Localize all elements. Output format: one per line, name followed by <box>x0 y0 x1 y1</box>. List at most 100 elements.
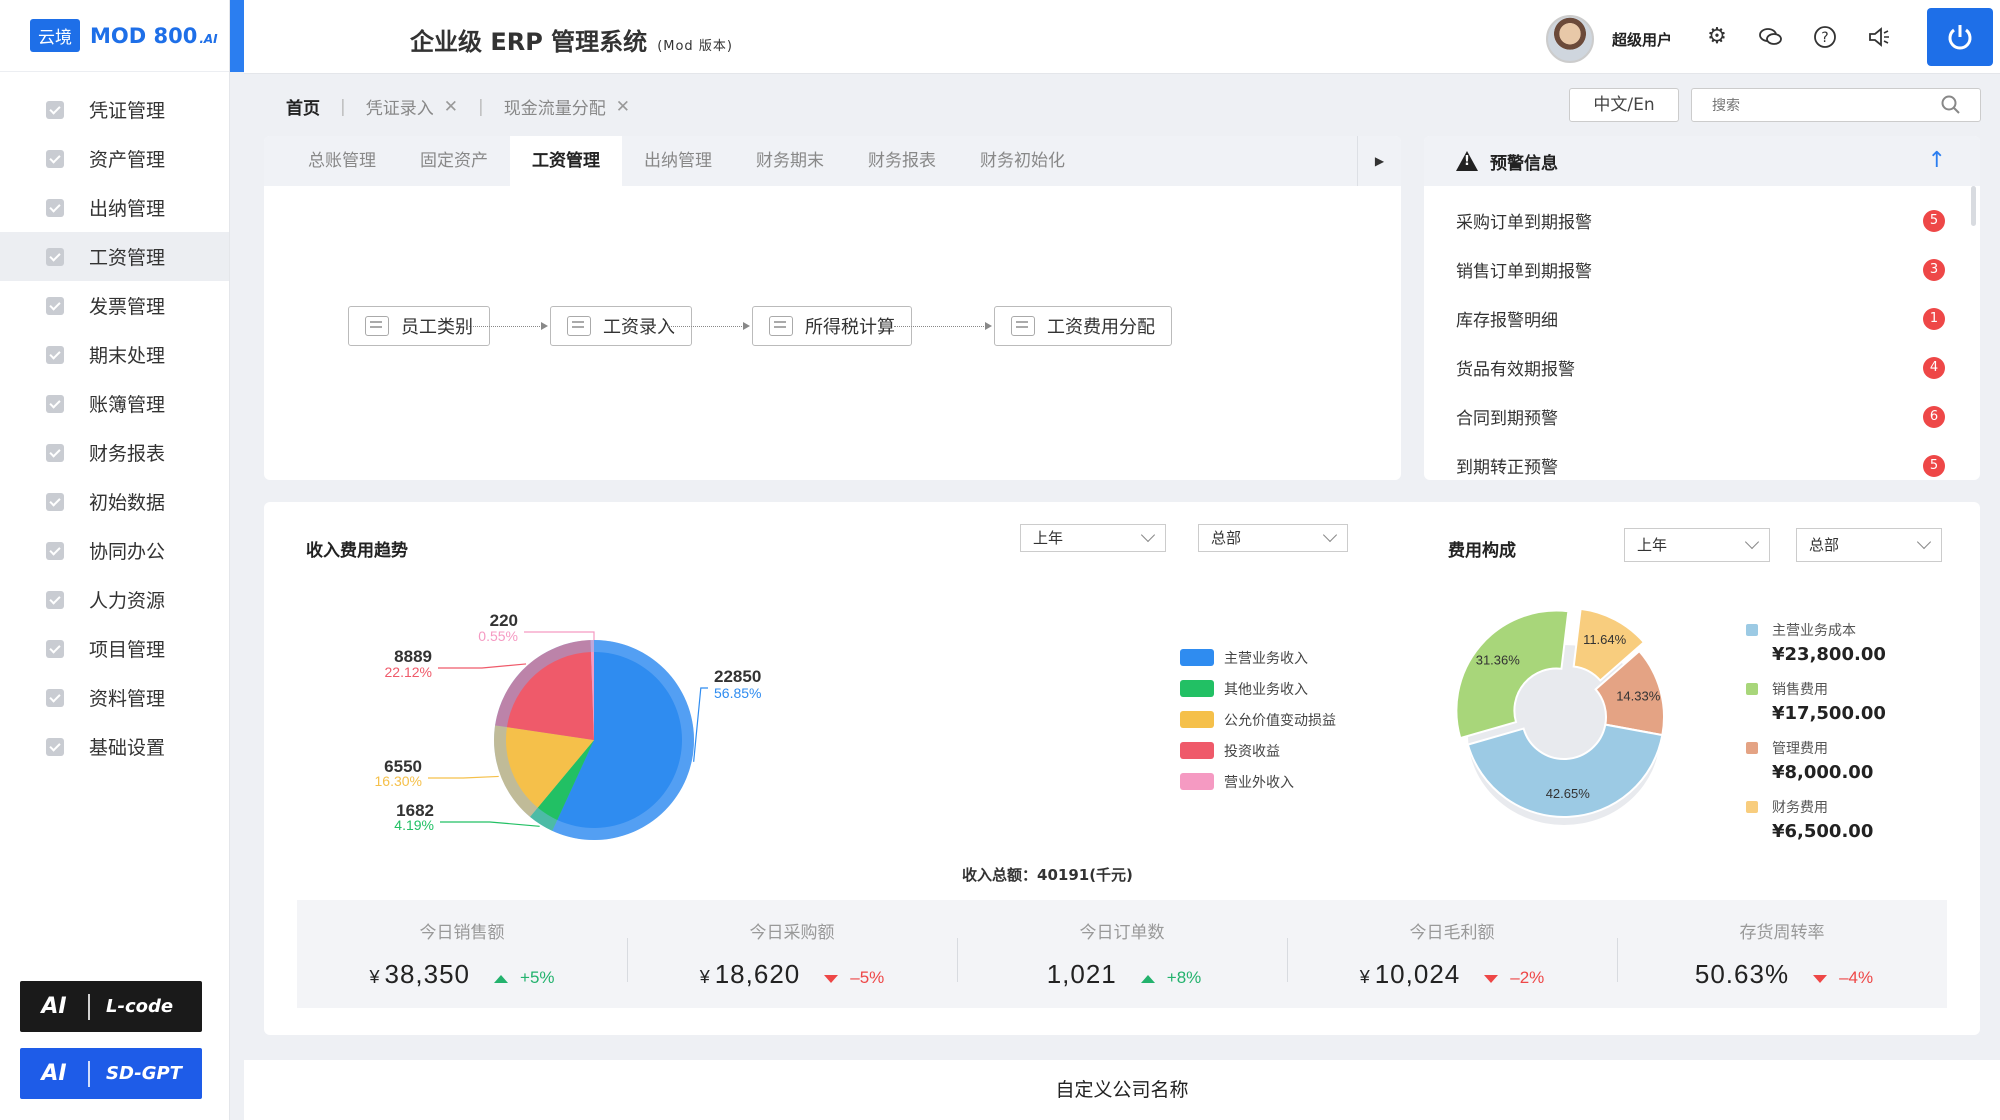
legend-item[interactable]: 管理费用 ¥8,000.00 <box>1746 738 1886 797</box>
kpi-label: 今日毛利额 <box>1409 923 1495 943</box>
pie-percent-label: 16.30% <box>375 773 422 789</box>
warning-item[interactable]: 货品有效期报警 4 <box>1424 343 1980 392</box>
sidebar-item[interactable]: 协同办公 <box>0 526 229 575</box>
flow-step-salary-allocation[interactable]: 工资费用分配 <box>994 306 1172 346</box>
power-button[interactable] <box>1927 8 1993 66</box>
breadcrumb: 首页 | 凭证录入 ✕ | 现金流量分配 ✕ <box>286 94 630 120</box>
speaker-icon[interactable] <box>1866 24 1892 50</box>
warning-item[interactable]: 库存报警明细 1 <box>1424 294 1980 343</box>
close-icon[interactable]: ✕ <box>616 97 630 117</box>
cost-scope-select[interactable]: 总部 <box>1796 528 1942 562</box>
chevron-down-icon <box>1140 527 1156 543</box>
legend-item[interactable]: 财务费用 ¥6,500.00 <box>1746 797 1886 856</box>
sidebar-item[interactable]: 项目管理 <box>0 624 229 673</box>
pie-percent-label: 56.85% <box>714 685 761 701</box>
sidebar-item[interactable]: 资料管理 <box>0 673 229 722</box>
legend-swatch <box>1180 680 1214 697</box>
warning-label: 到期转正预警 <box>1456 458 1558 478</box>
breadcrumb-tab[interactable]: 凭证录入 <box>366 94 434 119</box>
search-icon[interactable] <box>1940 94 1962 121</box>
legend-item[interactable]: 主营业务成本 ¥23,800.00 <box>1746 620 1886 679</box>
sidebar-item[interactable]: 账簿管理 <box>0 379 229 428</box>
logo[interactable]: 云境 MOD 800 .AI <box>0 0 229 72</box>
income-total: 收入总额：40191(千元) <box>962 866 1133 884</box>
kpi-change: –2% <box>1484 968 1544 988</box>
checkbox-icon <box>46 247 64 266</box>
module-tab[interactable]: 财务报表 <box>846 136 958 186</box>
checkbox-icon <box>46 394 64 413</box>
sidebar-item[interactable]: 人力资源 <box>0 575 229 624</box>
count-badge: 5 <box>1923 454 1945 477</box>
sidebar-item[interactable]: 工资管理 <box>0 232 229 281</box>
flow-step-label: 所得税计算 <box>805 317 895 338</box>
module-tab[interactable]: 工资管理 <box>510 136 622 186</box>
ai-sdgpt-button[interactable]: AI SD-GPT <box>20 1048 202 1099</box>
logo-badge: 云境 <box>30 19 80 52</box>
sidebar-item[interactable]: 基础设置 <box>0 722 229 771</box>
income-scope-select[interactable]: 总部 <box>1198 524 1348 552</box>
username[interactable]: 超级用户 <box>1612 29 1672 50</box>
legend-item[interactable]: 营业外收入 <box>1180 766 1336 797</box>
scrollbar[interactable] <box>1971 186 1976 226</box>
kpi-card: 今日毛利额 ¥10,024 –2% <box>1287 900 1617 1008</box>
legend-swatch <box>1180 742 1214 759</box>
legend-item[interactable]: 主营业务收入 <box>1180 642 1336 673</box>
sidebar-item-label: 凭证管理 <box>89 100 166 122</box>
warning-title: 预警信息 <box>1490 153 1558 174</box>
help-icon[interactable]: ? <box>1812 24 1838 50</box>
chat-icon[interactable] <box>1758 24 1784 50</box>
breadcrumb-home[interactable]: 首页 <box>286 94 320 119</box>
module-tab[interactable]: 总账管理 <box>264 136 398 186</box>
breadcrumb-tab[interactable]: 现金流量分配 <box>504 94 606 119</box>
count-badge: 1 <box>1923 307 1945 330</box>
pie-slice[interactable] <box>506 652 594 740</box>
income-period-select[interactable]: 上年 <box>1020 524 1166 552</box>
close-icon[interactable]: ✕ <box>444 97 458 117</box>
pie-leader-line <box>440 821 540 827</box>
warning-item[interactable]: 销售订单到期报警 3 <box>1424 245 1980 294</box>
legend-swatch <box>1746 683 1758 695</box>
legend-swatch <box>1180 773 1214 790</box>
tab-scroll-right-button[interactable]: ▶ <box>1357 136 1401 186</box>
module-tab[interactable]: 出纳管理 <box>622 136 734 186</box>
legend-swatch <box>1746 624 1758 636</box>
warning-label: 销售订单到期报警 <box>1456 262 1592 282</box>
sidebar-item-label: 协同办公 <box>89 541 166 563</box>
cost-period-select[interactable]: 上年 <box>1624 528 1770 562</box>
sidebar-item[interactable]: 初始数据 <box>0 477 229 526</box>
checkbox-icon <box>46 100 64 119</box>
arrow-up-icon[interactable]: ↑ <box>1928 148 1946 173</box>
sidebar-item[interactable]: 期末处理 <box>0 330 229 379</box>
kpi-change-value: –2% <box>1510 968 1545 987</box>
sidebar-item-label: 工资管理 <box>89 247 166 269</box>
search-input[interactable] <box>1691 88 1981 122</box>
sidebar-item[interactable]: 资产管理 <box>0 134 229 183</box>
legend-item[interactable]: 其他业务收入 <box>1180 673 1336 704</box>
legend-item[interactable]: 投资收益 <box>1180 735 1336 766</box>
legend-item[interactable]: 销售费用 ¥17,500.00 <box>1746 679 1886 738</box>
checkbox-icon <box>46 198 64 217</box>
module-tab[interactable]: 固定资产 <box>398 136 510 186</box>
flow-arrow <box>894 322 992 330</box>
gear-icon[interactable]: ⚙ <box>1704 24 1730 50</box>
sidebar-item[interactable]: 凭证管理 <box>0 85 229 134</box>
pie-leader-line <box>438 663 527 669</box>
separator: | <box>477 96 484 117</box>
language-toggle-button[interactable]: 中文/En <box>1569 88 1679 122</box>
donut-percent-label: 14.33% <box>1616 689 1661 704</box>
warning-item[interactable]: 合同到期预警 6 <box>1424 392 1980 441</box>
kpi-change: +5% <box>494 968 555 988</box>
sidebar-item[interactable]: 发票管理 <box>0 281 229 330</box>
module-tab[interactable]: 财务初始化 <box>958 136 1087 186</box>
module-tab[interactable]: 财务期末 <box>734 136 846 186</box>
ai-lcode-button[interactable]: AI L-code <box>20 981 202 1032</box>
warning-item[interactable]: 到期转正预警 5 <box>1424 441 1980 480</box>
flow-step-income-tax[interactable]: 所得税计算 <box>752 306 912 346</box>
sidebar-item[interactable]: 出纳管理 <box>0 183 229 232</box>
checkbox-icon <box>46 541 64 560</box>
sidebar-item[interactable]: 财务报表 <box>0 428 229 477</box>
warning-item[interactable]: 采购订单到期报警 5 <box>1424 196 1980 245</box>
legend-item[interactable]: 公允价值变动损益 <box>1180 704 1336 735</box>
cost-chart-title: 费用构成 <box>1448 541 1516 561</box>
avatar[interactable] <box>1546 15 1594 63</box>
